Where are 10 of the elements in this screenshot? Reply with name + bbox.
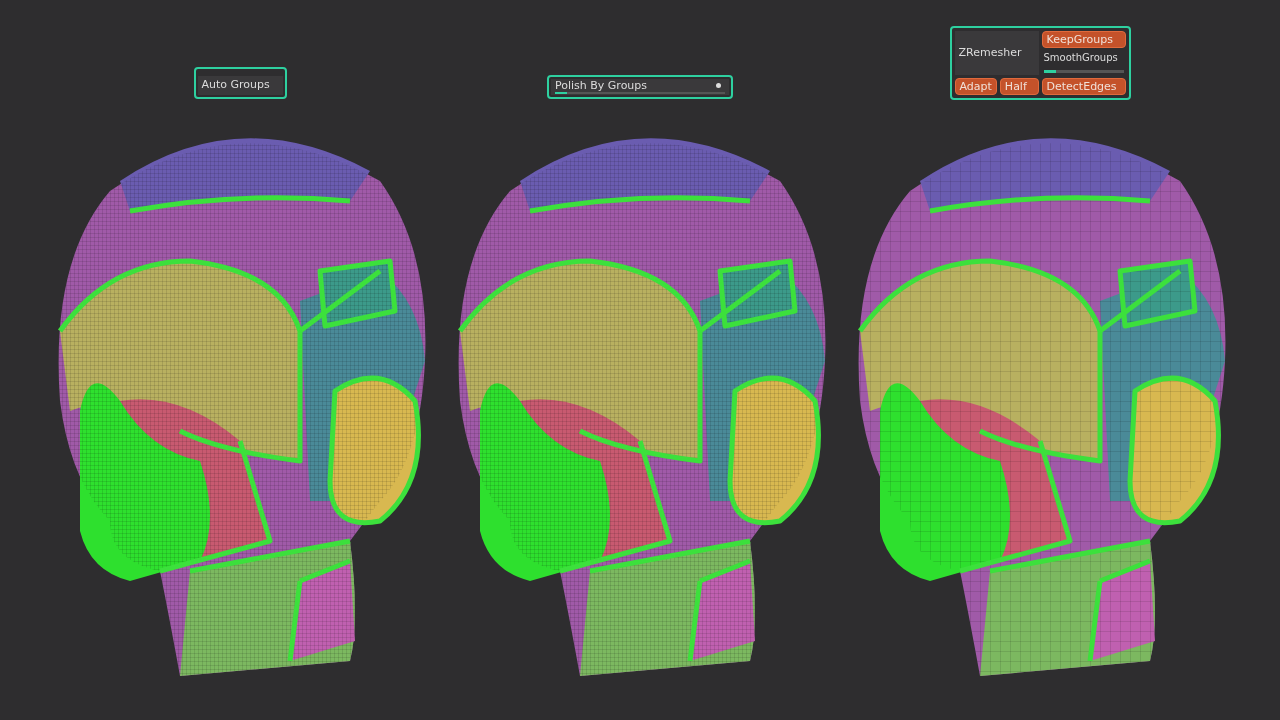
- toggle-button[interactable]: Adapt: [954, 78, 997, 95]
- toggle-button[interactable]: KeepGroups: [1041, 31, 1126, 48]
- smooth-groups-slider[interactable]: SmoothGroups: [1041, 51, 1126, 75]
- toggle-button[interactable]: DetectEdges: [1041, 78, 1126, 95]
- slider-label: SmoothGroups: [1043, 51, 1119, 65]
- auto-groups-button[interactable]: Auto Groups: [197, 75, 283, 95]
- zremesher-button[interactable]: ZRemesher: [954, 31, 1039, 75]
- polish-by-groups-slider[interactable]: Polish By Groups: [551, 79, 729, 95]
- slider-label: Polish By Groups: [555, 79, 648, 92]
- toggle-button[interactable]: Half: [999, 78, 1039, 95]
